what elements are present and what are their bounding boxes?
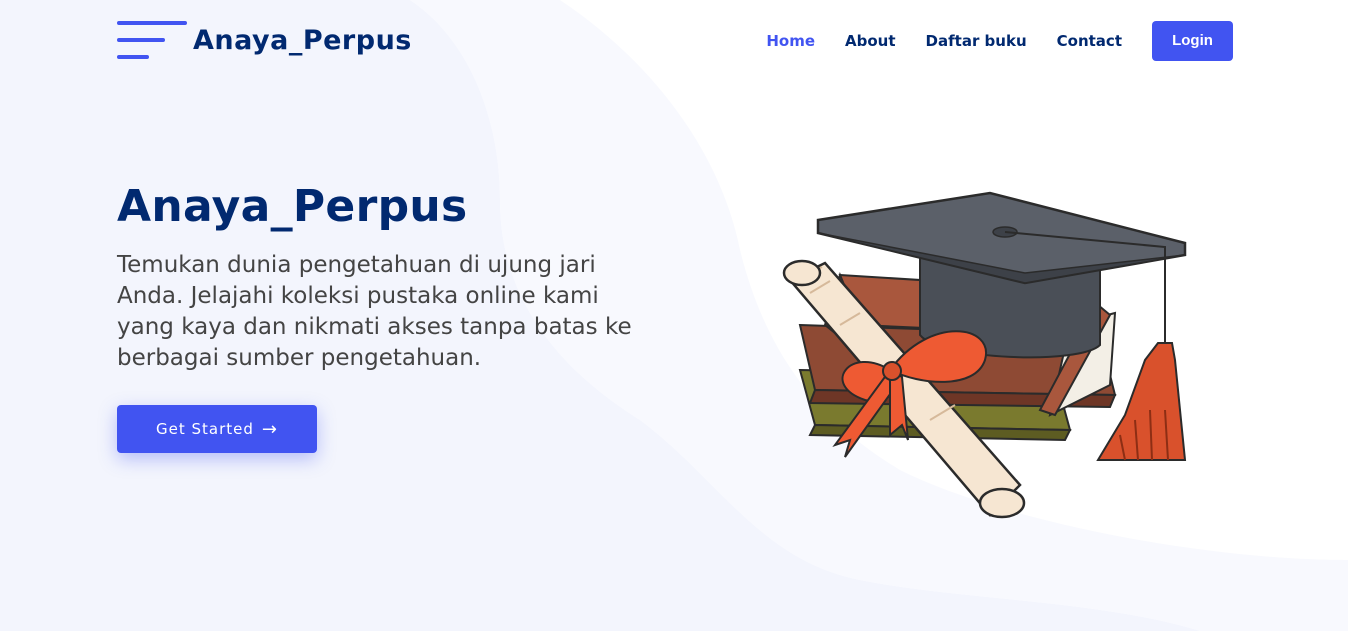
graduation-illustration bbox=[782, 191, 1187, 519]
logo[interactable]: Anaya_Perpus bbox=[117, 18, 412, 62]
hero-section: Anaya_Perpus Temukan dunia pengetahuan d… bbox=[117, 176, 657, 374]
logo-mark-icon bbox=[117, 18, 187, 62]
brand-name: Anaya_Perpus bbox=[193, 24, 412, 56]
get-started-button[interactable]: Get Started → bbox=[117, 405, 317, 453]
nav-item-daftar-buku[interactable]: Daftar buku bbox=[926, 21, 1027, 61]
main-nav: Home About Daftar buku Contact Login bbox=[736, 21, 1233, 61]
nav-item-about[interactable]: About bbox=[845, 21, 896, 61]
hero-description: Temukan dunia pengetahuan di ujung jari … bbox=[117, 252, 632, 371]
get-started-label: Get Started bbox=[156, 420, 254, 438]
hero-title: Anaya_Perpus bbox=[117, 181, 468, 232]
login-button[interactable]: Login bbox=[1152, 21, 1233, 61]
nav-item-home[interactable]: Home bbox=[766, 21, 815, 61]
arrow-right-icon: → bbox=[261, 418, 278, 440]
nav-item-contact[interactable]: Contact bbox=[1057, 21, 1122, 61]
site-header: Anaya_Perpus Home About Daftar buku Cont… bbox=[0, 0, 1348, 82]
